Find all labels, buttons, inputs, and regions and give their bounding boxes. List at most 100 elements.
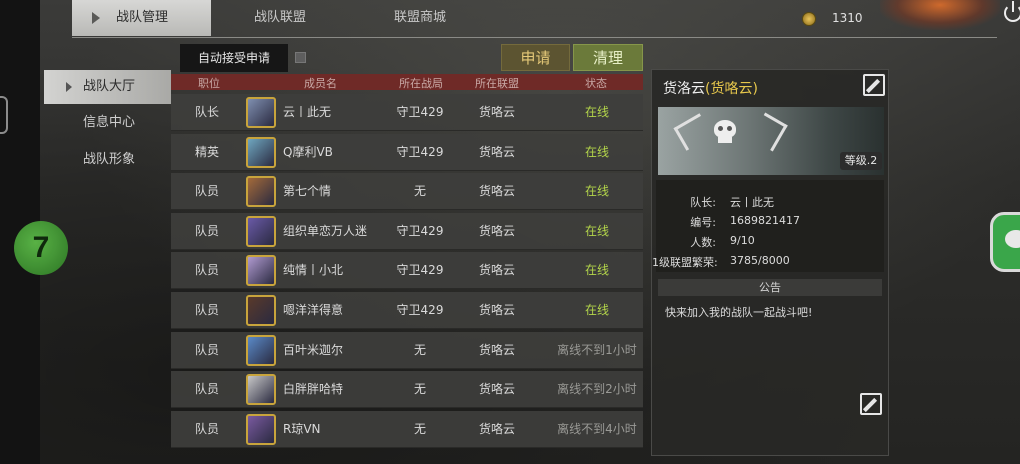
member-name: Q摩利VB — [283, 144, 333, 159]
member-name: 云丨此无 — [283, 105, 332, 119]
apply-button[interactable]: 申请 — [501, 44, 570, 71]
team-info-list: 队长: 云丨此无 编号: 1689821417 人数: 9/10 1级联盟繁荣:… — [652, 180, 884, 272]
header-role: 职位 — [198, 77, 220, 90]
member-name: 组织单恋万人迷 — [283, 223, 368, 238]
member-avatar[interactable] — [246, 176, 276, 208]
member-role: 精英 — [194, 144, 219, 159]
nav-team-hall[interactable]: 战队大厅 — [44, 70, 171, 104]
member-name: 百叶米迦尔 — [283, 342, 344, 357]
nav-team-image[interactable]: 战队形象 — [44, 143, 171, 177]
member-battle: 守卫429 — [396, 263, 444, 278]
member-name: R琼VN — [283, 421, 321, 436]
member-avatar[interactable] — [246, 97, 276, 128]
team-name-title: 货洛云(货咯云) — [663, 81, 758, 97]
member-alliance: 货咯云 — [478, 144, 515, 159]
clear-button[interactable]: 清理 — [573, 44, 643, 71]
member-alliance: 货咯云 — [478, 342, 515, 357]
member-status: 离线不到2小时 — [557, 382, 637, 397]
table-row[interactable]: 队员 R琼VN 无 货咯云 离线不到4小时 — [171, 410, 643, 448]
table-row[interactable]: 队员 纯情丨小北 守卫429 货咯云 在线 — [171, 252, 643, 290]
side-handle[interactable] — [0, 96, 8, 134]
coin-icon — [802, 12, 816, 26]
currency-display: 1310 — [798, 8, 908, 30]
member-battle: 守卫429 — [396, 223, 444, 238]
leader-value: 云丨此无 — [730, 196, 774, 209]
member-role: 队员 — [194, 263, 219, 278]
members-value: 9/10 — [730, 234, 755, 247]
member-role: 队员 — [194, 382, 219, 397]
notice-text: 快来加入我的战队一起战斗吧! — [665, 306, 813, 319]
member-avatar[interactable] — [246, 215, 276, 247]
member-battle: 无 — [413, 342, 426, 357]
power-icon[interactable] — [998, 0, 1020, 26]
nav-info-center[interactable]: 信息中心 — [44, 106, 171, 140]
table-row[interactable]: 队员 第七个情 无 货咯云 在线 — [171, 173, 643, 211]
member-battle: 无 — [413, 382, 426, 397]
member-battle: 无 — [413, 421, 426, 436]
level-badge: 等级.2 — [840, 152, 882, 170]
notice-title: 公告 — [658, 279, 882, 296]
member-status: 在线 — [584, 105, 609, 119]
table-row[interactable]: 精英 Q摩利VB 守卫429 货咯云 在线 — [171, 133, 643, 171]
top-tab-bar: 战队管理 战队联盟 联盟商城 1310 — [72, 0, 1020, 38]
table-row[interactable]: 队员 组织单恋万人迷 守卫429 货咯云 在线 — [171, 212, 643, 250]
prosperity-key: 1级联盟繁荣: — [652, 256, 718, 269]
skull-icon — [704, 115, 744, 155]
auto-accept-label: 自动接受申请 — [180, 44, 288, 72]
member-status: 离线不到4小时 — [557, 421, 637, 436]
member-alliance: 货咯云 — [478, 184, 515, 199]
member-avatar[interactable] — [246, 334, 276, 366]
member-battle: 无 — [413, 184, 426, 199]
edit-notice-icon[interactable] — [860, 393, 882, 415]
member-alliance: 货咯云 — [478, 382, 515, 397]
member-alliance: 货咯云 — [478, 105, 515, 119]
table-row[interactable]: 队员 嗯洋洋得意 守卫429 货咯云 在线 — [171, 292, 643, 329]
member-name: 纯情丨小北 — [283, 263, 344, 278]
leader-key: 队长: — [690, 196, 716, 209]
member-name: 嗯洋洋得意 — [283, 303, 344, 317]
member-status: 在线 — [584, 223, 609, 238]
member-status: 在线 — [584, 144, 609, 159]
table-row[interactable]: 队员 百叶米迦尔 无 货咯云 离线不到1小时 — [171, 331, 643, 369]
member-role: 队员 — [194, 184, 219, 199]
member-battle: 守卫429 — [396, 105, 444, 119]
header-battle: 所在战局 — [399, 77, 443, 90]
header-alliance: 所在联盟 — [475, 77, 519, 90]
currency-value: 1310 — [832, 11, 863, 25]
member-name: 白胖胖哈特 — [283, 382, 344, 397]
tab-alliance-shop[interactable]: 联盟商城 — [394, 0, 446, 36]
table-row[interactable]: 队长 云丨此无 守卫429 货咯云 在线 — [171, 94, 643, 131]
member-status: 离线不到1小时 — [557, 342, 637, 357]
member-role: 队员 — [194, 303, 219, 317]
table-row[interactable]: 队员 白胖胖哈特 无 货咯云 离线不到2小时 — [171, 371, 643, 409]
tab-team-alliance[interactable]: 战队联盟 — [254, 0, 306, 36]
member-table-header: 职位 成员名 所在战局 所在联盟 状态 — [171, 74, 643, 90]
edit-team-icon[interactable] — [863, 74, 885, 96]
tab-team-management[interactable]: 战队管理 — [72, 0, 211, 36]
member-status: 在线 — [584, 184, 609, 199]
member-battle: 守卫429 — [396, 303, 444, 317]
floating-assistant-icon[interactable]: 7 — [14, 221, 68, 275]
member-avatar[interactable] — [246, 295, 276, 326]
member-role: 队员 — [194, 223, 219, 238]
member-name: 第七个情 — [283, 184, 332, 199]
member-avatar[interactable] — [246, 255, 276, 287]
member-battle: 守卫429 — [396, 144, 444, 159]
member-role: 队长 — [194, 105, 219, 119]
id-key: 编号: — [690, 216, 716, 229]
header-name: 成员名 — [304, 77, 337, 90]
team-emblem-banner: 等级.2 — [658, 107, 884, 175]
member-role: 队员 — [194, 342, 219, 357]
member-alliance: 货咯云 — [478, 421, 515, 436]
auto-accept-checkbox[interactable] — [295, 52, 306, 63]
member-role: 队员 — [194, 421, 219, 436]
member-avatar[interactable] — [246, 413, 276, 445]
member-avatar[interactable] — [246, 136, 276, 168]
prosperity-value: 3785/8000 — [730, 254, 790, 267]
id-value: 1689821417 — [730, 214, 800, 227]
floating-chat-icon[interactable] — [990, 212, 1020, 272]
member-alliance: 货咯云 — [478, 303, 515, 317]
tab-arrow-icon — [92, 12, 100, 24]
member-avatar[interactable] — [246, 374, 276, 406]
header-status: 状态 — [585, 77, 607, 90]
